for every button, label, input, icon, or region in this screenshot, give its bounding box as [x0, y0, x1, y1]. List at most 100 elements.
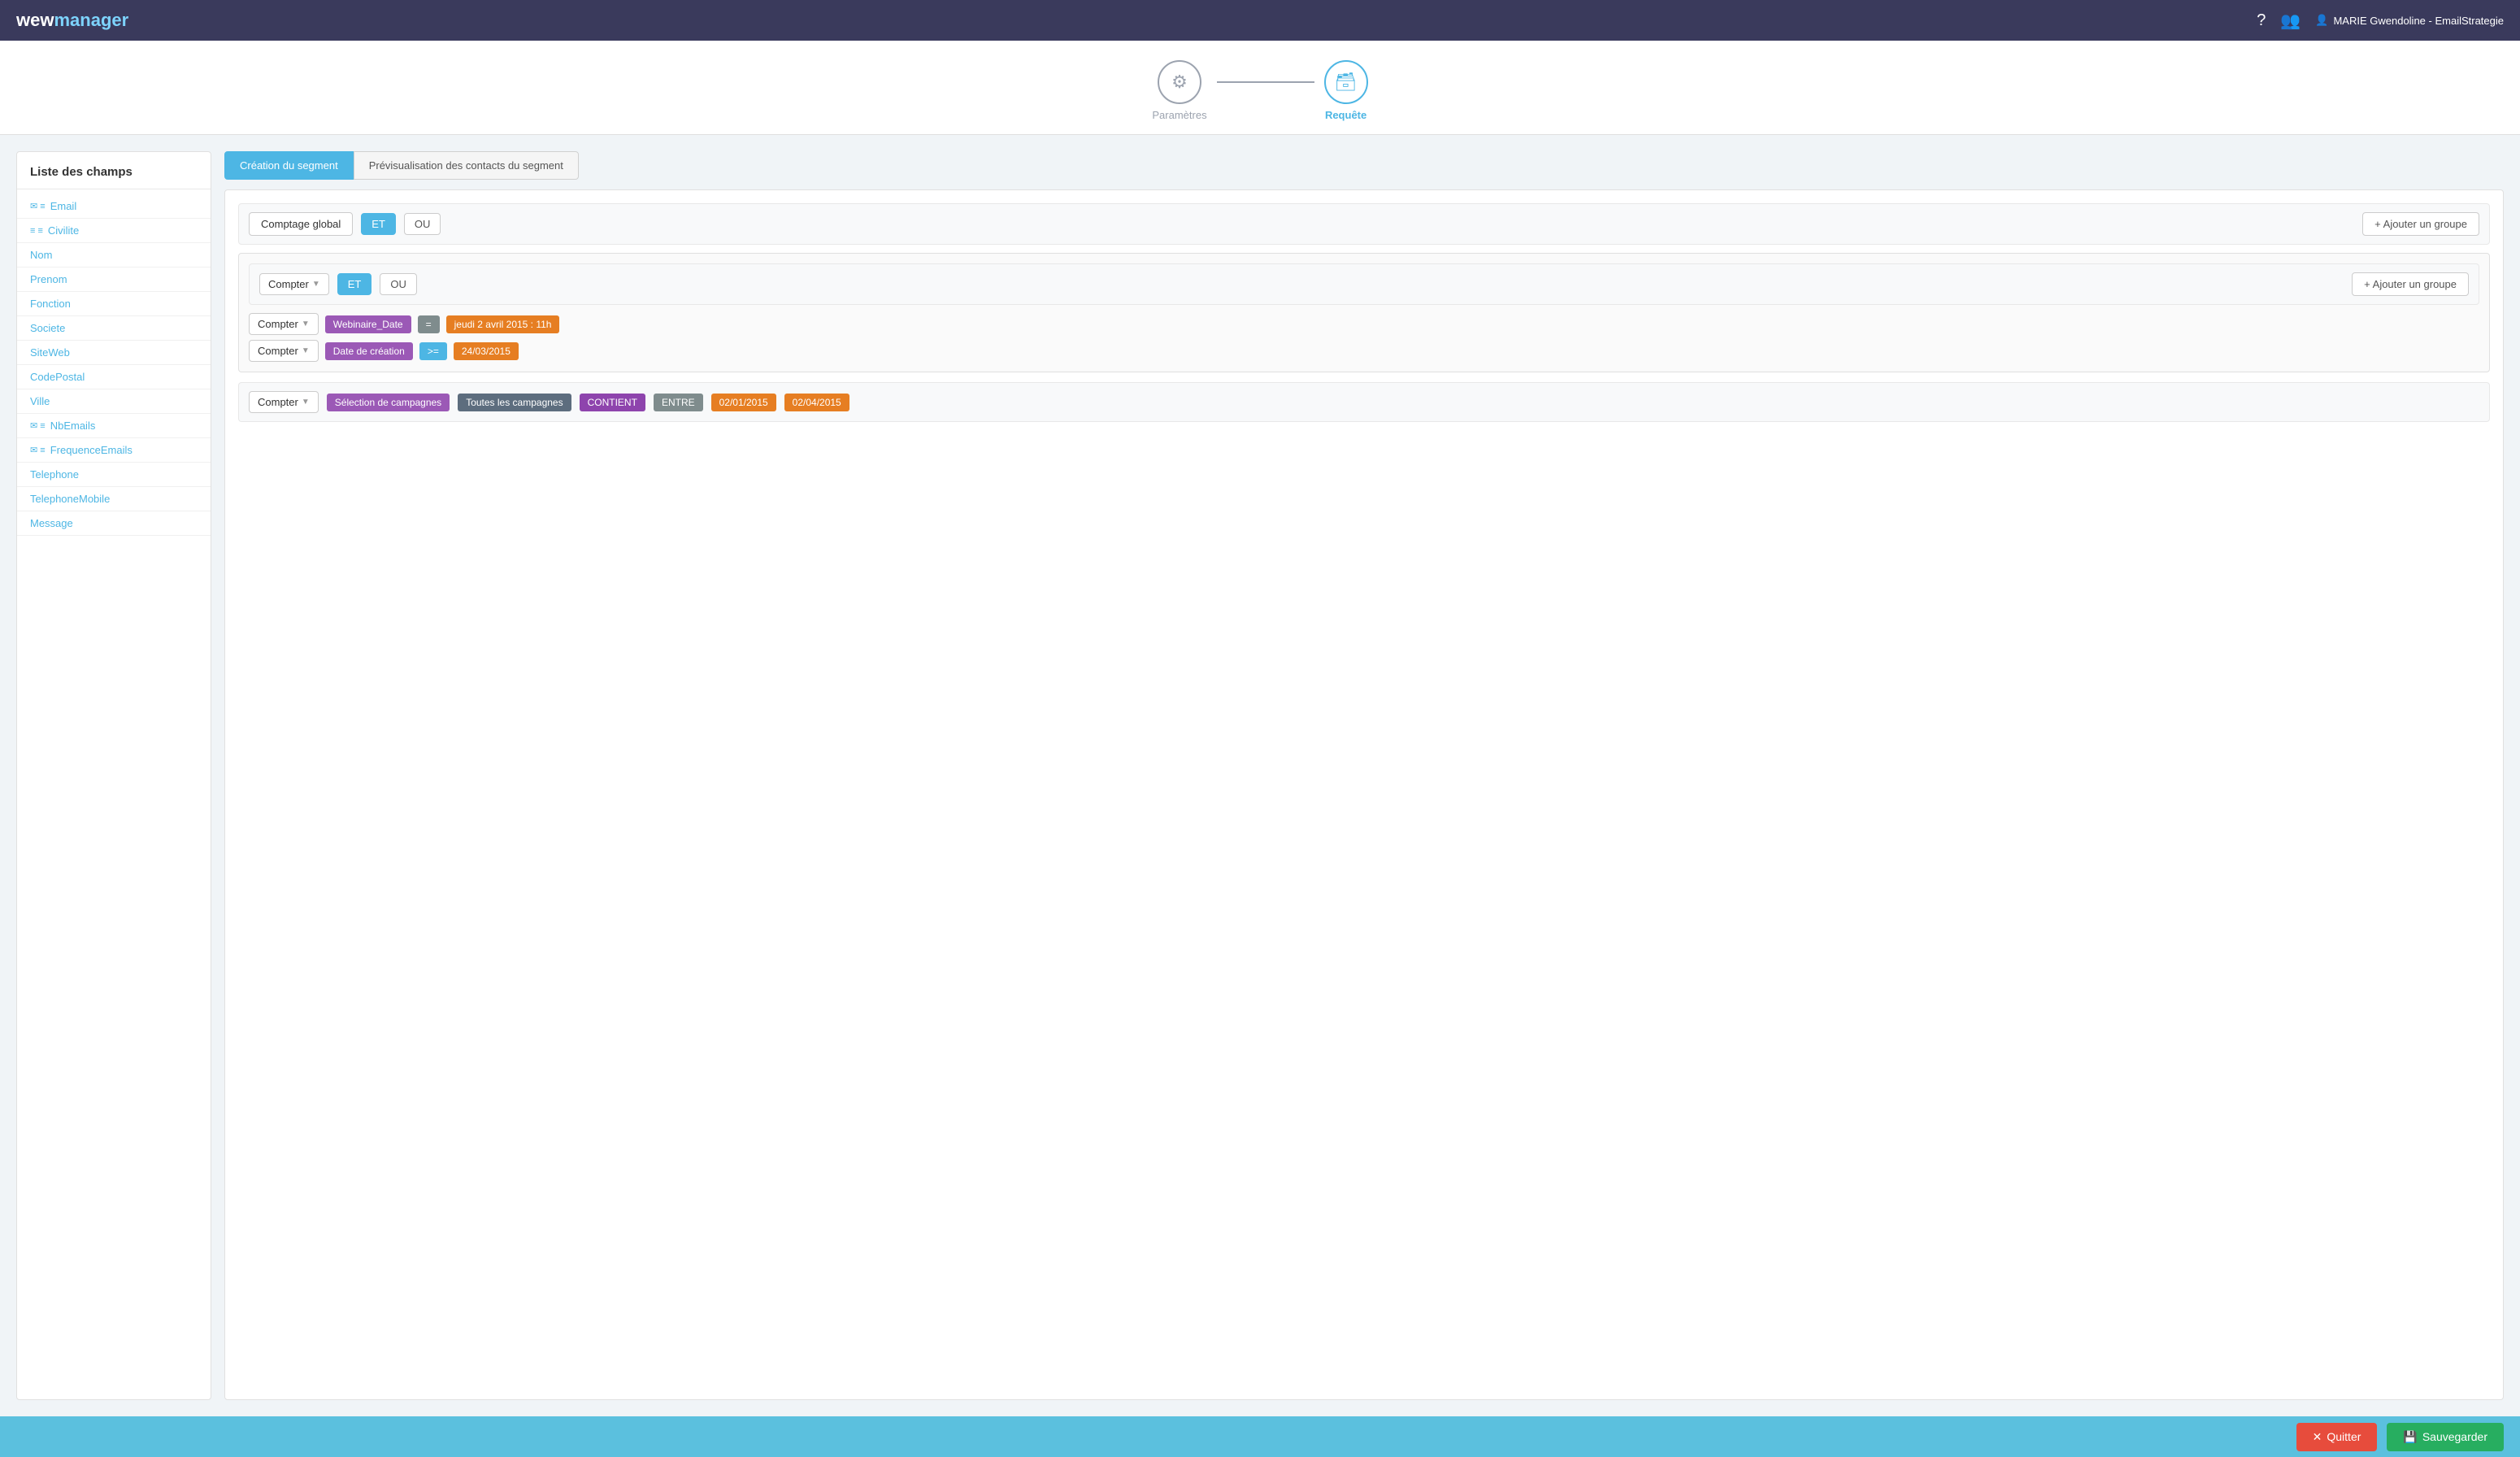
sidebar-title: Liste des champs: [17, 165, 211, 189]
global-add-group-button[interactable]: + Ajouter un groupe: [2362, 212, 2479, 236]
third-operator-tag: CONTIENT: [580, 394, 645, 411]
nbemails-icon: ✉ ≡: [30, 420, 46, 431]
condition1-field-tag: Webinaire_Date: [325, 315, 411, 333]
third-compter-label: Compter: [258, 396, 298, 408]
third-date2-tag: 02/04/2015: [784, 394, 849, 411]
condition1-operator-btn[interactable]: =: [418, 315, 440, 333]
third-caret: ▼: [302, 398, 310, 407]
wizard-label-requete: Requête: [1325, 109, 1366, 121]
sidebar-item-societe[interactable]: Societe: [17, 316, 211, 341]
sidebar-item-fonction[interactable]: Fonction: [17, 292, 211, 316]
footer: ✕ Quitter 💾 Sauvegarder: [0, 1416, 2520, 1457]
condition-row-2: Compter ▼ Date de création >= 24/03/2015: [249, 340, 2479, 362]
inner-compter-button[interactable]: Compter ▼: [259, 273, 329, 295]
inner-group-row: Compter ▼ ET OU + Ajouter un groupe: [249, 263, 2479, 305]
sidebar-item-nbemails[interactable]: ✉ ≡ NbEmails: [17, 414, 211, 438]
sidebar-item-ville[interactable]: Ville: [17, 389, 211, 414]
quitter-icon: ✕: [2313, 1430, 2322, 1444]
tabs: Création du segment Prévisualisation des…: [224, 151, 2504, 180]
condition2-field-tag: Date de création: [325, 342, 413, 360]
civilite-icon: ≡ ≡: [30, 226, 43, 236]
sidebar-item-label-fonction: Fonction: [30, 298, 71, 310]
condition-row-1: Compter ▼ Webinaire_Date = jeudi 2 avril…: [249, 313, 2479, 335]
sauvegarder-label: Sauvegarder: [2422, 1430, 2487, 1443]
sidebar-item-label-nbemails: NbEmails: [50, 420, 96, 432]
sidebar: Liste des champs ✉ ≡ Email ≡ ≡ Civilite …: [16, 151, 211, 1400]
sidebar-item-telephonemobile[interactable]: TelephoneMobile: [17, 487, 211, 511]
sidebar-item-nom[interactable]: Nom: [17, 243, 211, 267]
sauvegarder-icon: 💾: [2403, 1430, 2417, 1444]
right-panel: Création du segment Prévisualisation des…: [224, 151, 2504, 1400]
third-date1-tag: 02/01/2015: [711, 394, 776, 411]
sidebar-item-label-message: Message: [30, 517, 73, 529]
condition2-caret: ▼: [302, 346, 310, 355]
user-info: 👤 MARIE Gwendoline - EmailStrategie: [2315, 14, 2504, 27]
content-area: Comptage global ET OU + Ajouter un group…: [224, 189, 2504, 1400]
inner-et-button[interactable]: ET: [337, 273, 372, 295]
sidebar-item-frequenceemails[interactable]: ✉ ≡ FrequenceEmails: [17, 438, 211, 463]
third-field-tag: Sélection de campagnes: [327, 394, 450, 411]
global-ou-button[interactable]: OU: [404, 213, 441, 235]
inner-ou-button[interactable]: OU: [380, 273, 417, 295]
frequenceemails-icon: ✉ ≡: [30, 445, 46, 455]
header-right: ? 👥 👤 MARIE Gwendoline - EmailStrategie: [2257, 11, 2504, 31]
sidebar-item-label-civilite: Civilite: [48, 224, 79, 237]
sidebar-item-label-telephone: Telephone: [30, 468, 79, 481]
third-compter-button[interactable]: Compter ▼: [249, 391, 319, 413]
email-icon: ✉ ≡: [30, 201, 46, 211]
sidebar-item-message[interactable]: Message: [17, 511, 211, 536]
main-content: Liste des champs ✉ ≡ Email ≡ ≡ Civilite …: [0, 135, 2520, 1416]
sidebar-item-codepostal[interactable]: CodePostal: [17, 365, 211, 389]
sidebar-item-label-email: Email: [50, 200, 77, 212]
wizard-step-requete[interactable]: 🗃 Requête: [1324, 60, 1368, 121]
sidebar-item-label-prenom: Prenom: [30, 273, 67, 285]
global-group-row: Comptage global ET OU + Ajouter un group…: [238, 203, 2490, 245]
header: wewmanager ? 👥 👤 MARIE Gwendoline - Emai…: [0, 0, 2520, 41]
wizard: ⚙ Paramètres 🗃 Requête: [0, 41, 2520, 135]
wizard-step-parametres[interactable]: ⚙ Paramètres: [1152, 60, 1206, 121]
condition2-compter-button[interactable]: Compter ▼: [249, 340, 319, 362]
sidebar-item-label-telephonemobile: TelephoneMobile: [30, 493, 110, 505]
inner-compter-label: Compter: [268, 278, 309, 290]
third-group-row: Compter ▼ Sélection de campagnes Toutes …: [238, 382, 2490, 422]
inner-add-group-button[interactable]: + Ajouter un groupe: [2352, 272, 2469, 296]
logo-text: wewmanager: [16, 10, 128, 31]
quitter-button[interactable]: ✕ Quitter: [2296, 1423, 2378, 1451]
condition2-operator-btn[interactable]: >=: [419, 342, 447, 360]
user-label: MARIE Gwendoline - EmailStrategie: [2333, 15, 2504, 27]
sidebar-item-label-nom: Nom: [30, 249, 52, 261]
sidebar-item-label-frequenceemails: FrequenceEmails: [50, 444, 133, 456]
quitter-label: Quitter: [2327, 1430, 2361, 1443]
sidebar-item-label-societe: Societe: [30, 322, 65, 334]
third-between-tag: ENTRE: [654, 394, 703, 411]
inner-compter-caret: ▼: [312, 280, 320, 289]
sidebar-item-label-siteweb: SiteWeb: [30, 346, 70, 359]
tab-creation[interactable]: Création du segment: [224, 151, 354, 180]
wizard-circle-requete: 🗃: [1324, 60, 1368, 104]
sidebar-item-label-ville: Ville: [30, 395, 50, 407]
wizard-circle-parametres: ⚙: [1158, 60, 1201, 104]
help-icon[interactable]: ?: [2257, 11, 2266, 30]
comptage-global-button[interactable]: Comptage global: [249, 212, 353, 236]
tab-previsualisation[interactable]: Prévisualisation des contacts du segment: [354, 151, 579, 180]
logo: wewmanager: [16, 10, 128, 31]
sidebar-item-email[interactable]: ✉ ≡ Email: [17, 194, 211, 219]
wizard-label-parametres: Paramètres: [1152, 109, 1206, 121]
sidebar-item-label-codepostal: CodePostal: [30, 371, 85, 383]
users-icon[interactable]: 👥: [2280, 11, 2301, 31]
sidebar-item-prenom[interactable]: Prenom: [17, 267, 211, 292]
condition2-compter-label: Compter: [258, 345, 298, 357]
condition1-compter-button[interactable]: Compter ▼: [249, 313, 319, 335]
condition1-value-tag: jeudi 2 avril 2015 : 11h: [446, 315, 560, 333]
wizard-connector: [1217, 81, 1314, 83]
user-icon: 👤: [2315, 14, 2328, 27]
condition2-value-tag: 24/03/2015: [454, 342, 519, 360]
sidebar-item-siteweb[interactable]: SiteWeb: [17, 341, 211, 365]
third-value1-tag: Toutes les campagnes: [458, 394, 571, 411]
global-et-button[interactable]: ET: [361, 213, 396, 235]
sauvegarder-button[interactable]: 💾 Sauvegarder: [2387, 1423, 2504, 1451]
sidebar-item-civilite[interactable]: ≡ ≡ Civilite: [17, 219, 211, 243]
condition1-compter-label: Compter: [258, 318, 298, 330]
sidebar-item-telephone[interactable]: Telephone: [17, 463, 211, 487]
condition1-caret: ▼: [302, 320, 310, 328]
